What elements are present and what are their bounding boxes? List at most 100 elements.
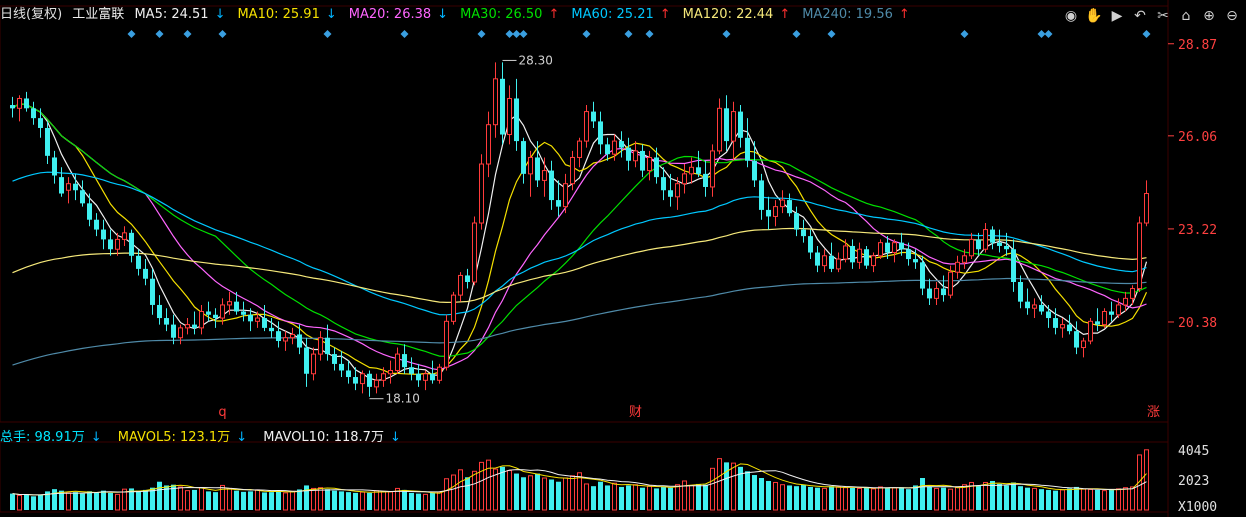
candle-up	[1130, 288, 1135, 299]
ma-indicators: MA5: 24.51 ↓ MA10: 25.91 ↓ MA20: 26.38 ↓ MA30:…	[134, 7, 921, 22]
event-marker: 财	[629, 405, 642, 420]
eye-icon[interactable]: ◉	[1061, 6, 1081, 26]
diamond-marker	[519, 30, 528, 38]
volume-bar-up	[710, 467, 715, 511]
volume-bar-down	[10, 493, 15, 510]
volume-bar-up	[227, 487, 232, 511]
scissors-icon[interactable]: ✂	[1153, 6, 1173, 26]
candle-up	[773, 206, 778, 217]
diamond-marker	[722, 30, 731, 38]
candle-down	[500, 78, 505, 135]
candle-up	[948, 271, 953, 296]
candle-down	[164, 318, 169, 325]
candle-down	[1004, 245, 1009, 250]
candle-down	[787, 200, 792, 214]
mavol5-label: MAVOL5: 123.1万	[117, 430, 231, 445]
volume-bar-down	[654, 488, 659, 510]
chart-header: 日线(复权) 工业富联 MA5: 24.51 ↓ MA10: 25.91 ↓ MA20:…	[0, 0, 980, 30]
volume-bar-down	[759, 478, 764, 510]
diamond-marker	[505, 30, 514, 38]
candle-down	[45, 127, 50, 156]
chart-period-title[interactable]: 日线(复权)	[0, 7, 62, 22]
hand-icon[interactable]: ✋	[1084, 6, 1104, 26]
candle-up	[528, 156, 533, 175]
candle-up	[1081, 340, 1086, 349]
diamond-marker	[1142, 30, 1151, 38]
volume-bar-down	[136, 490, 141, 510]
candle-down	[1095, 321, 1100, 325]
ma-indicator-label: MA5: 24.51	[134, 7, 209, 22]
low-price-label: 18.10	[386, 392, 420, 406]
volume-bar-up	[675, 484, 680, 511]
volume-bar-down	[724, 462, 729, 510]
volume-bar-down	[1004, 485, 1009, 510]
candle-down	[696, 167, 701, 174]
lock-icon[interactable]: ⌂	[1176, 6, 1196, 26]
volume-bar-up	[318, 487, 323, 511]
volume-bar-down	[885, 487, 890, 510]
volume-bar-down	[1018, 486, 1023, 510]
candle-down	[346, 370, 351, 378]
candle-down	[661, 177, 666, 191]
volume-bar-down	[430, 492, 435, 510]
candle-down	[808, 236, 813, 253]
volume-tick-label: 4045	[1178, 444, 1209, 459]
volume-bar-down	[24, 494, 29, 510]
volume-bar-up	[1144, 449, 1149, 511]
volume-bar-up	[199, 487, 204, 511]
diamond-marker	[1037, 30, 1046, 38]
volume-bar-down	[598, 481, 603, 510]
candle-down	[332, 354, 337, 364]
volume-bar-down	[619, 486, 624, 510]
candle-down	[101, 229, 106, 240]
candle-up	[451, 294, 456, 322]
volume-bar-up	[178, 486, 183, 511]
volume-bar-up	[570, 475, 575, 511]
volume-bar-down	[696, 483, 701, 510]
volume-bar-up	[836, 486, 841, 511]
volume-bar-up	[444, 478, 449, 511]
zoom-in-icon[interactable]: ⊕	[1199, 6, 1219, 26]
candle-down	[591, 111, 596, 122]
ma-indicator-arrow: ↑	[779, 7, 791, 22]
volume-unit-label: X1000	[1178, 500, 1217, 515]
volume-bar-up	[255, 489, 260, 511]
candle-up	[836, 258, 841, 270]
mavol5: MAVOL5: 123.1万 ↓	[118, 430, 253, 445]
candle-down	[703, 173, 708, 187]
volume-bar-down	[241, 491, 246, 510]
ma-indicator-3: MA30: 26.50 ↑	[460, 7, 565, 22]
diamond-marker	[477, 30, 486, 38]
volume-bar-down	[1046, 489, 1051, 510]
candle-down	[143, 268, 148, 279]
candle-down	[325, 337, 330, 355]
volume-bar-down	[626, 485, 631, 510]
volume-bar-up	[17, 494, 22, 511]
play-icon[interactable]: ▶	[1107, 6, 1127, 26]
ma-indicator-arrow: ↑	[659, 7, 671, 22]
volume-bar-up	[822, 487, 827, 511]
undo-icon[interactable]: ↶	[1130, 6, 1150, 26]
zoom-out-icon[interactable]: ⊖	[1222, 6, 1242, 26]
candle-up	[255, 317, 260, 322]
diamond-marker	[183, 30, 192, 38]
candle-down	[367, 373, 372, 387]
ma-indicator-label: MA120: 22.44	[682, 7, 774, 22]
candle-up	[689, 166, 694, 175]
candle-down	[402, 354, 407, 368]
candle-up	[381, 373, 386, 381]
candle-down	[913, 259, 918, 263]
price-tick-label: 20.38	[1178, 316, 1217, 331]
volume-bar-up	[283, 492, 288, 511]
volume-bar-down	[38, 494, 43, 510]
volume-bar-up	[689, 484, 694, 511]
volume-bar-up	[1130, 486, 1135, 511]
volume-bar-up	[66, 492, 71, 511]
candle-down	[59, 177, 64, 194]
volume-bar-down	[332, 490, 337, 510]
candle-up	[682, 173, 687, 185]
candle-down	[31, 108, 36, 119]
candle-down	[738, 111, 743, 138]
candle-down	[1053, 318, 1058, 328]
event-marker: 涨	[1147, 405, 1160, 420]
